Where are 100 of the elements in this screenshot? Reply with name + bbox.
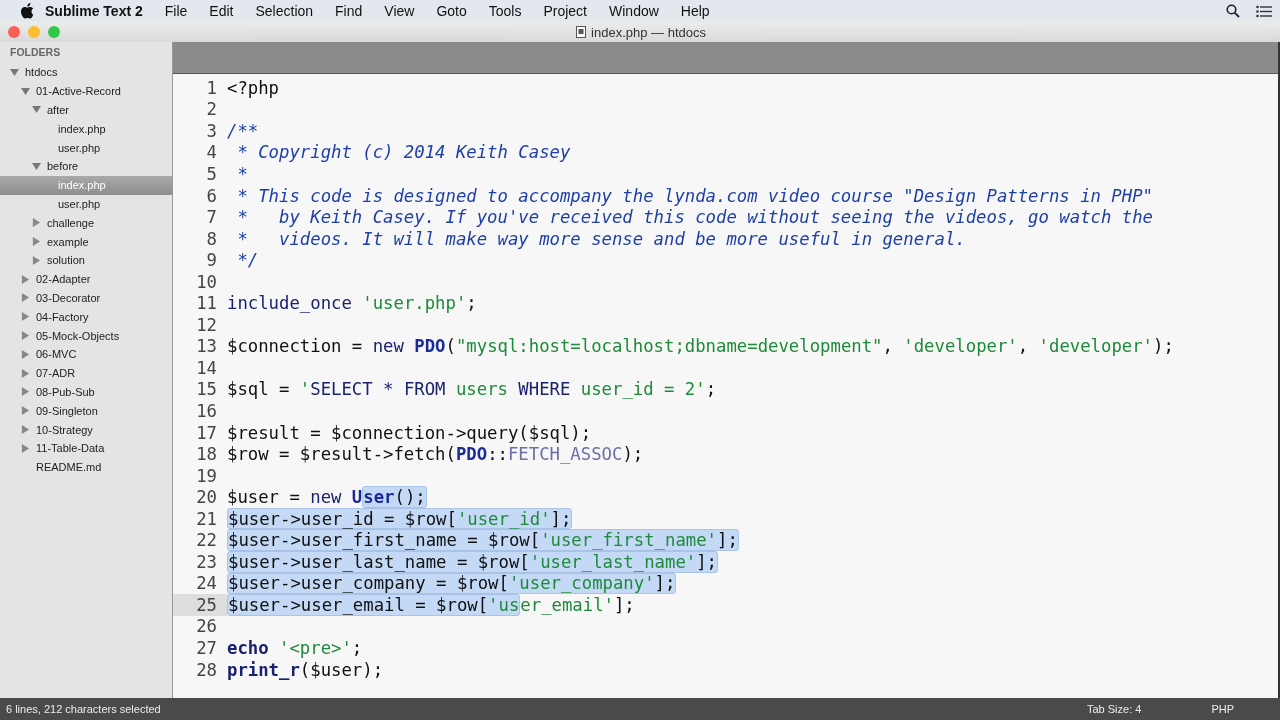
- line-number: 14: [195, 357, 218, 379]
- menu-item[interactable]: Find: [324, 3, 374, 19]
- selection-status: 6 lines, 212 characters selected: [6, 703, 161, 715]
- code-token: 'developer': [903, 336, 1018, 357]
- code-token: users: [454, 379, 509, 400]
- code-token: print_r: [227, 659, 300, 680]
- syntax-status[interactable]: PHP: [1211, 703, 1234, 715]
- code-token: ];: [550, 508, 572, 529]
- line-number: 10: [195, 270, 218, 293]
- code-token: ;: [705, 379, 717, 400]
- line-number: 8: [205, 227, 218, 250]
- code-token: * by Keith Casey. If you've received this code without seeing the videos, go watch the: [236, 207, 1153, 228]
- line-number: 17: [195, 421, 218, 444]
- zoom-button[interactable]: [48, 26, 60, 38]
- line-number: 23: [195, 551, 218, 573]
- sidebar-item[interactable]: 07-ADR: [0, 363, 172, 383]
- line-number: 26: [195, 615, 218, 638]
- code-token: ': [299, 379, 311, 400]
- code-token: er_email': [520, 594, 614, 615]
- document-icon: [576, 26, 587, 38]
- code-token: 'user.php': [361, 293, 467, 314]
- sidebar-item[interactable]: after: [0, 100, 172, 120]
- line-number: 12: [195, 314, 218, 336]
- sidebar-item[interactable]: solution: [0, 250, 172, 270]
- code-token: ::: [487, 444, 508, 465]
- code-token: ser: [363, 487, 395, 508]
- line-number: 4: [205, 141, 218, 164]
- search-icon[interactable]: [1226, 4, 1240, 18]
- code-token: new: [310, 487, 342, 508]
- line-number: 18: [195, 443, 218, 465]
- menu-item[interactable]: Goto: [425, 3, 478, 19]
- menu-item[interactable]: File: [153, 3, 199, 19]
- sidebar-item[interactable]: challenge: [0, 213, 172, 233]
- code-token: PDO: [413, 336, 446, 357]
- menu-item[interactable]: Window: [598, 3, 670, 19]
- code-token: ,: [1017, 336, 1030, 357]
- line-number: 16: [195, 400, 218, 422]
- sidebar-item[interactable]: 08-Pub-Sub: [0, 382, 172, 402]
- code-token: user_id = 2': [579, 379, 706, 400]
- sidebar-item[interactable]: user.php: [0, 138, 172, 157]
- code-token: new: [372, 336, 404, 357]
- sidebar-item[interactable]: user.php: [0, 194, 172, 214]
- code-token: U: [350, 487, 363, 508]
- close-button[interactable]: [8, 26, 20, 38]
- line-number: 1: [205, 77, 218, 99]
- sidebar-item[interactable]: 05-Mock-Objects: [0, 326, 172, 345]
- sidebar-item[interactable]: 11-Table-Data: [0, 438, 172, 458]
- sidebar-item[interactable]: 04-Factory: [0, 307, 172, 327]
- line-number: 9: [205, 249, 218, 271]
- sidebar-item[interactable]: 01-Active-Record: [0, 81, 172, 101]
- line-number: 11: [195, 292, 218, 314]
- sidebar-item[interactable]: 06-MVC: [0, 344, 172, 364]
- menu-item[interactable]: Edit: [198, 3, 245, 19]
- sidebar-item[interactable]: htdocs: [0, 63, 172, 82]
- sidebar-item[interactable]: README.md: [0, 457, 172, 477]
- caret-down-icon[interactable]: [32, 161, 41, 171]
- code-token: echo: [227, 638, 269, 658]
- menu-item[interactable]: Project: [532, 3, 598, 19]
- list-icon[interactable]: [1256, 4, 1272, 18]
- tab-size-status[interactable]: Tab Size: 4: [1086, 703, 1142, 715]
- apple-logo-icon[interactable]: [20, 3, 34, 19]
- code-token: $user->user_last_name = $row[: [228, 551, 530, 572]
- code-token: $user->user_email = $row[: [228, 594, 489, 615]
- code-token: WHERE: [518, 379, 571, 400]
- sidebar-header: FOLDERS: [9, 45, 62, 60]
- sidebar-item[interactable]: 09-Singleton: [0, 401, 172, 421]
- code-token: <?php: [227, 77, 280, 98]
- menu-item[interactable]: Help: [669, 3, 721, 19]
- code-token: * Copyright (c) 2014 Keith Casey: [236, 142, 571, 163]
- code-token: SELECT * FROM: [310, 379, 446, 400]
- code-token: ;: [466, 293, 477, 314]
- code-token: * This code is designed to accompany the lynda.com video course "Design Patterns in PHP": [236, 185, 1153, 206]
- code-token: 'us: [488, 594, 520, 615]
- code-token: ];: [654, 573, 676, 594]
- sidebar-item[interactable]: 10-Strategy: [0, 420, 172, 439]
- code-token: FETCH_ASSOC: [507, 444, 623, 465]
- line-number: 22: [195, 529, 218, 552]
- line-number: 28: [195, 658, 218, 681]
- app-name-menu[interactable]: Sublime Text 2: [34, 3, 154, 19]
- line-number: 24: [195, 572, 218, 595]
- sidebar-item[interactable]: 02-Adapter: [0, 269, 172, 289]
- code-token: *: [236, 163, 248, 184]
- line-number: 7: [205, 206, 218, 228]
- menu-item[interactable]: View: [373, 3, 426, 19]
- line-number: 21: [195, 507, 218, 530]
- sidebar-item[interactable]: example: [0, 232, 172, 251]
- sidebar-item[interactable]: before: [0, 157, 172, 176]
- line-number: 3: [205, 120, 218, 142]
- code-token: $user =: [227, 487, 301, 508]
- code-token: 'user_first_name': [540, 530, 717, 551]
- menu-item[interactable]: Tools: [477, 3, 533, 19]
- code-token: (: [445, 336, 456, 357]
- line-number: 5: [205, 163, 218, 185]
- code-token: 'user_id': [456, 508, 551, 529]
- code-token: $user->user_company = $row[: [228, 573, 509, 594]
- code-token: $result = $connection->query($sql);: [227, 422, 592, 443]
- menu-item[interactable]: Selection: [244, 3, 325, 19]
- sidebar-item[interactable]: 03-Decorator: [0, 288, 172, 308]
- sidebar-item[interactable]: index.php: [0, 119, 172, 139]
- code-token: ];: [696, 551, 717, 572]
